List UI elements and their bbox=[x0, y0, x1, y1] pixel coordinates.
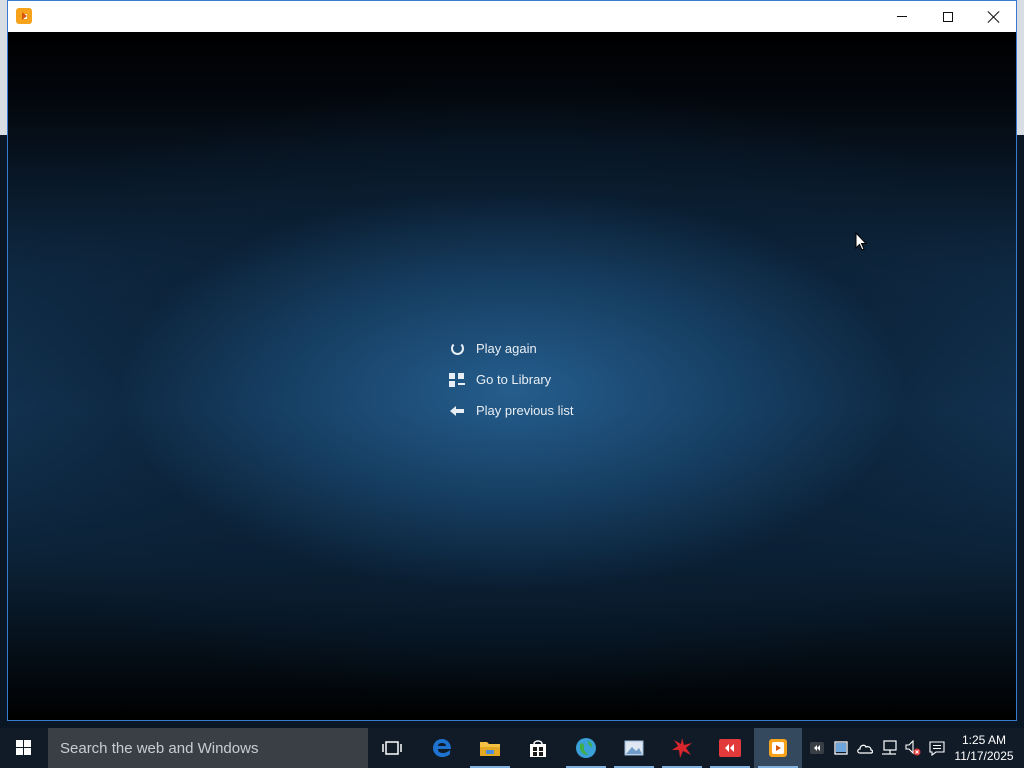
minimize-button[interactable] bbox=[879, 1, 925, 32]
tray-window-icon bbox=[834, 741, 848, 755]
back-arrow-icon bbox=[448, 402, 466, 420]
onedrive-button[interactable] bbox=[857, 740, 873, 756]
media-player-taskbar-button[interactable] bbox=[754, 728, 802, 768]
close-button[interactable] bbox=[971, 1, 1016, 32]
red-media-app-icon bbox=[719, 739, 741, 757]
browser-globe-icon bbox=[576, 738, 596, 758]
go-to-library-button[interactable]: Go to Library bbox=[448, 364, 574, 395]
task-view-button[interactable] bbox=[368, 728, 416, 768]
start-button[interactable] bbox=[0, 728, 48, 768]
globe-browser-button[interactable] bbox=[562, 728, 610, 768]
play-again-button[interactable]: Play again bbox=[448, 333, 574, 364]
clock-time: 1:25 AM bbox=[961, 733, 1007, 747]
taskbar: Search the web and Windows 1:25 AM 11/17… bbox=[0, 728, 1024, 768]
system-clock[interactable]: 1:25 AM 11/17/2025 bbox=[948, 728, 1020, 768]
go-to-library-label: Go to Library bbox=[476, 372, 552, 387]
network-icon bbox=[882, 740, 897, 755]
red-app-button[interactable] bbox=[658, 728, 706, 768]
media-player-icon bbox=[769, 739, 787, 757]
play-again-label: Play again bbox=[476, 341, 537, 356]
play-previous-list-label: Play previous list bbox=[476, 403, 574, 418]
edge-button[interactable] bbox=[418, 728, 466, 768]
volume-muted-icon bbox=[905, 740, 921, 756]
edge-icon bbox=[433, 739, 451, 757]
red-app-icon bbox=[672, 738, 692, 758]
task-view-icon bbox=[382, 741, 402, 755]
windows-logo-icon bbox=[16, 740, 32, 756]
search-placeholder: Search the web and Windows bbox=[60, 739, 259, 757]
network-button[interactable] bbox=[881, 740, 897, 756]
title-bar[interactable] bbox=[8, 1, 1016, 32]
file-explorer-icon bbox=[480, 742, 500, 756]
maximize-icon bbox=[943, 11, 953, 22]
tray-app-icon bbox=[810, 742, 824, 754]
maximize-button[interactable] bbox=[925, 1, 971, 32]
search-box[interactable]: Search the web and Windows bbox=[48, 728, 368, 768]
volume-button[interactable] bbox=[905, 740, 921, 756]
now-playing-area: Play again Go to Library Play previous l… bbox=[8, 32, 1016, 720]
action-center-button[interactable] bbox=[929, 740, 945, 756]
image-viewer-button[interactable] bbox=[610, 728, 658, 768]
play-previous-list-button[interactable]: Play previous list bbox=[448, 395, 574, 426]
close-icon bbox=[988, 11, 1000, 23]
media-player-window: Play again Go to Library Play previous l… bbox=[7, 0, 1017, 721]
end-of-playlist-menu: Play again Go to Library Play previous l… bbox=[448, 333, 574, 426]
replay-icon bbox=[448, 340, 466, 358]
tray-window-button[interactable] bbox=[833, 740, 849, 756]
onedrive-icon bbox=[857, 744, 873, 754]
media-player-app-icon[interactable] bbox=[16, 8, 32, 24]
store-icon bbox=[530, 740, 546, 757]
clock-date: 11/17/2025 bbox=[954, 749, 1014, 763]
image-viewer-icon bbox=[624, 740, 644, 756]
file-explorer-button[interactable] bbox=[466, 728, 514, 768]
action-center-icon bbox=[929, 741, 945, 756]
minimize-icon bbox=[897, 16, 907, 17]
store-button[interactable] bbox=[514, 728, 562, 768]
tray-app-button[interactable] bbox=[809, 740, 825, 756]
red-media-app-button[interactable] bbox=[706, 728, 754, 768]
library-icon bbox=[448, 371, 466, 389]
